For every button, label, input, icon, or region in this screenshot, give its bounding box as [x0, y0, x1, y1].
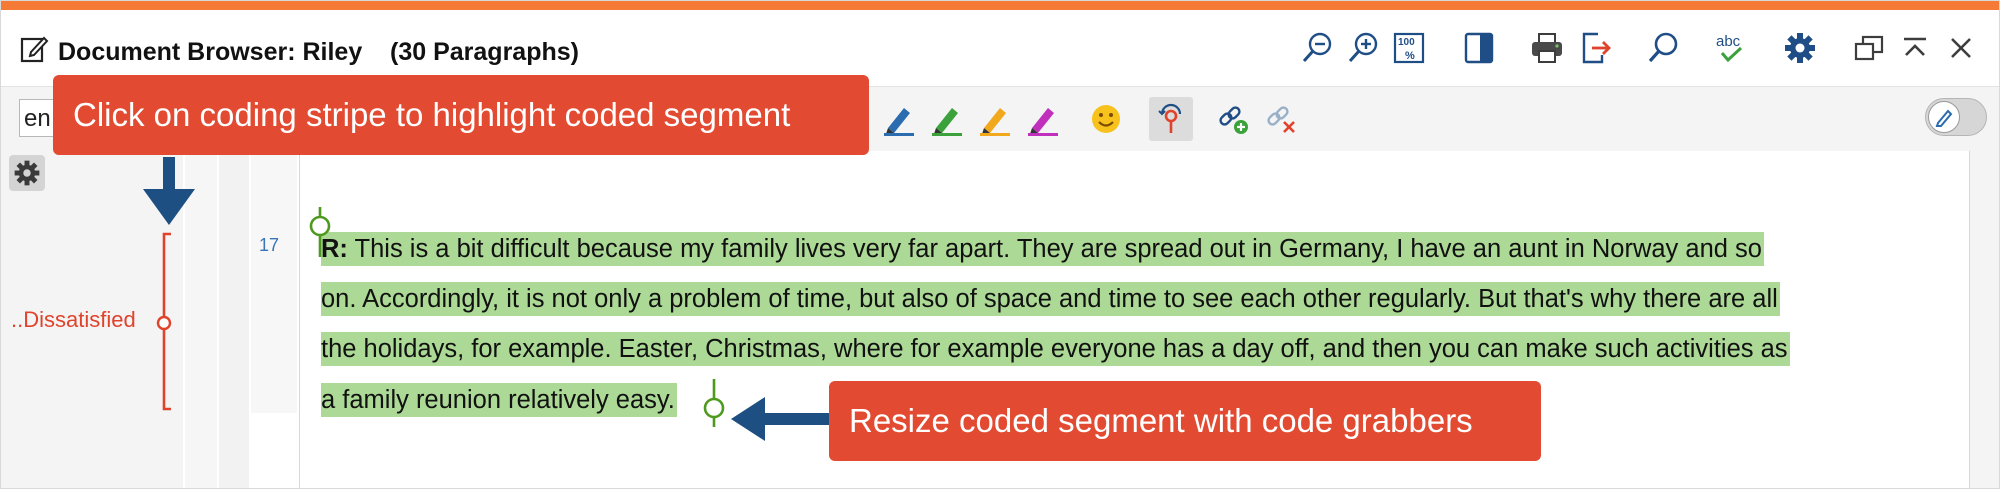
pencil-icon [1928, 101, 1960, 133]
search-icon[interactable] [1643, 28, 1683, 68]
down-arrow-icon [143, 157, 195, 225]
code-grabber-toggle-icon[interactable] [1149, 97, 1193, 141]
document-edit-icon [20, 36, 49, 63]
remove-link-icon[interactable] [1261, 99, 1301, 139]
annotation-callout-top: Click on coding stripe to highlight code… [53, 75, 869, 155]
settings-gear-icon[interactable] [1780, 28, 1820, 68]
annotation-callout-bottom: Resize coded segment with code grabbers [829, 381, 1541, 461]
column-settings-gear-icon[interactable] [9, 155, 45, 191]
undock-window-icon[interactable] [1849, 28, 1889, 68]
comment-column [219, 151, 249, 488]
paragraph-number-column [251, 151, 297, 413]
paragraph-number: 17 [259, 235, 280, 255]
end-code-grabber[interactable] [699, 379, 729, 429]
export-icon[interactable] [1575, 28, 1615, 68]
document-browser-window: Document Browser: Riley (30 Paragraphs) … [0, 0, 2000, 489]
scrollbar-track[interactable] [1969, 151, 1999, 488]
svg-text:100: 100 [1398, 37, 1415, 48]
add-link-icon[interactable] [1213, 99, 1253, 139]
line-text: the holidays, for example. Easter, Chris… [321, 335, 1788, 363]
spellcheck-icon[interactable]: abc [1711, 28, 1751, 68]
zoom-out-icon[interactable] [1297, 28, 1337, 68]
zoom-100-icon[interactable]: 100% [1389, 28, 1429, 68]
text-line-2: on. Accordingly, it is not only a proble… [321, 282, 1780, 316]
highlight-green-icon[interactable] [927, 99, 967, 139]
coding-stripe[interactable] [151, 231, 181, 413]
edit-mode-toggle[interactable] [1925, 98, 1987, 136]
line-text: on. Accordingly, it is not only a proble… [321, 285, 1778, 313]
code-name-label[interactable]: ..Dissatisfied [11, 307, 136, 333]
text-line-3: the holidays, for example. Easter, Chris… [321, 332, 1790, 366]
highlight-yellow-icon[interactable] [975, 99, 1015, 139]
line-text: a family reunion relatively easy. [321, 386, 675, 414]
svg-text:abc: abc [1716, 33, 1741, 50]
collapse-icon[interactable] [1895, 28, 1935, 68]
window-title: Document Browser: Riley (30 Paragraphs) [58, 38, 579, 66]
svg-text:%: % [1405, 50, 1415, 62]
text-line-4: a family reunion relatively easy. [321, 383, 677, 417]
text-line-1: R: This is a bit difficult because my fa… [321, 232, 1764, 266]
emoticode-smiley-icon[interactable] [1086, 99, 1126, 139]
close-icon[interactable] [1941, 28, 1981, 68]
sidebar-panel-icon[interactable] [1459, 28, 1499, 68]
line-text: This is a bit difficult because my famil… [347, 235, 1762, 263]
window-accent-bar [1, 1, 1999, 10]
left-arrow-icon [731, 397, 833, 441]
highlight-magenta-icon[interactable] [1023, 99, 1063, 139]
start-code-grabber[interactable] [305, 207, 335, 259]
zoom-in-icon[interactable] [1343, 28, 1383, 68]
print-icon[interactable] [1527, 28, 1567, 68]
highlight-blue-icon[interactable] [879, 99, 919, 139]
